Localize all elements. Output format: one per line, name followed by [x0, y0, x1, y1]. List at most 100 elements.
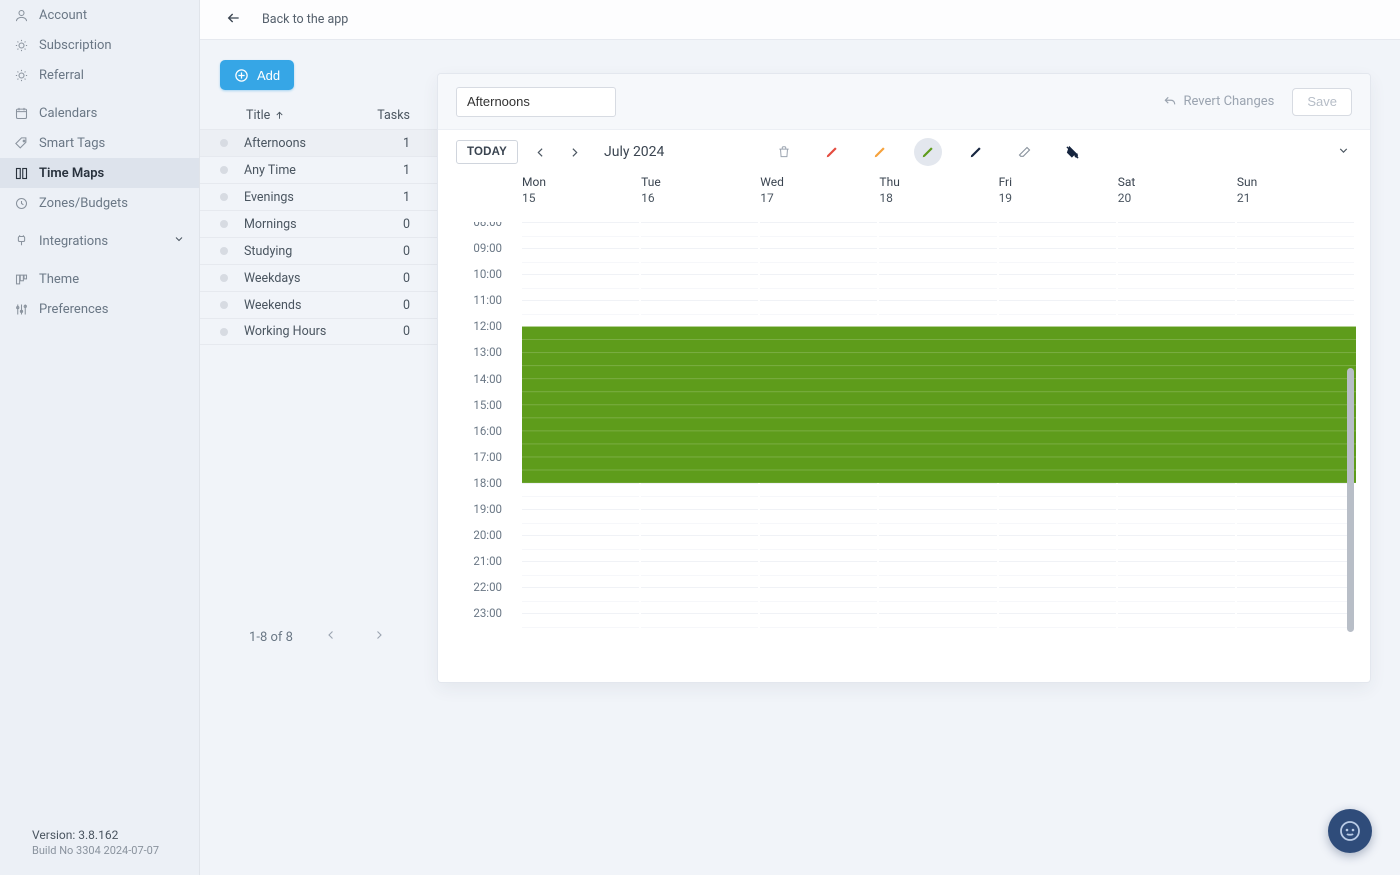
day-header-cell: Fri19 — [999, 174, 1118, 206]
time-label: 23:00 — [452, 607, 510, 633]
time-label: 09:00 — [452, 242, 510, 268]
delete-tool[interactable] — [770, 138, 798, 166]
day-header-cell: Mon15 — [522, 174, 641, 206]
sliders-icon — [14, 302, 29, 317]
row-title: Weekends — [244, 298, 390, 313]
list-item[interactable]: Any Time 1 — [200, 156, 438, 183]
day-header: Mon15Tue16Wed17Thu18Fri19Sat20Sun21 — [438, 174, 1370, 206]
time-label: 21:00 — [452, 555, 510, 581]
time-label: 08:00 — [452, 222, 510, 242]
palette-icon — [14, 272, 29, 287]
row-title: Any Time — [244, 163, 390, 178]
back-link[interactable]: Back to the app — [262, 12, 348, 27]
save-button[interactable]: Save — [1292, 88, 1352, 116]
day-header-cell: Sun21 — [1237, 174, 1356, 206]
row-tasks: 0 — [390, 298, 410, 313]
row-dot-icon — [220, 301, 228, 309]
undo-icon — [1163, 95, 1177, 109]
row-tasks: 1 — [390, 163, 410, 178]
pen-red[interactable] — [818, 138, 846, 166]
sidebar-item-zones-budgets[interactable]: Zones/Budgets — [0, 188, 199, 218]
person-icon — [14, 8, 29, 23]
pager-text: 1-8 of 8 — [249, 630, 293, 645]
today-button[interactable]: TODAY — [456, 140, 518, 164]
chat-fab[interactable] — [1328, 809, 1372, 853]
col-tasks[interactable]: Tasks — [370, 108, 410, 123]
eraser-tool[interactable] — [1010, 138, 1038, 166]
row-dot-icon — [220, 274, 228, 282]
grid-scrollbar[interactable] — [1347, 368, 1354, 632]
chat-robot-icon — [1338, 819, 1362, 843]
row-title: Mornings — [244, 217, 390, 232]
timemap-title-input[interactable] — [456, 87, 616, 117]
add-button[interactable]: Add — [220, 60, 294, 90]
prev-week-button[interactable] — [528, 140, 552, 164]
day-header-cell: Wed17 — [760, 174, 879, 206]
sidebar-item-theme[interactable]: Theme — [0, 264, 199, 294]
sidebar-item-label: Smart Tags — [39, 136, 105, 151]
day-header-cell: Sat20 — [1118, 174, 1237, 206]
sidebar-item-smart-tags[interactable]: Smart Tags — [0, 128, 199, 158]
list-item[interactable]: Weekdays 0 — [200, 264, 438, 291]
tag-icon — [14, 136, 29, 151]
day-column[interactable] — [522, 222, 641, 668]
pager-next[interactable] — [369, 625, 389, 649]
sidebar-item-time-maps[interactable]: Time Maps — [0, 158, 199, 188]
pen-green[interactable] — [914, 138, 942, 166]
list-item[interactable]: Mornings 0 — [200, 210, 438, 237]
revert-changes-button[interactable]: Revert Changes — [1163, 94, 1274, 109]
add-button-label: Add — [257, 68, 280, 83]
time-label: 22:00 — [452, 581, 510, 607]
day-column[interactable] — [1237, 222, 1356, 668]
version-info: Version: 3.8.162 Build No 3304 2024-07-0… — [32, 828, 159, 857]
list-item[interactable]: Studying 0 — [200, 237, 438, 264]
sidebar-item-subscription[interactable]: Subscription — [0, 30, 199, 60]
sidebar-item-account[interactable]: Account — [0, 0, 199, 30]
row-dot-icon — [220, 220, 228, 228]
map-icon — [14, 166, 29, 181]
bucket-off-tool[interactable] — [1058, 138, 1086, 166]
time-label: 19:00 — [452, 503, 510, 529]
list-item[interactable]: Weekends 0 — [200, 291, 438, 318]
sidebar-item-label: Theme — [39, 272, 79, 287]
sidebar-item-calendars[interactable]: Calendars — [0, 98, 199, 128]
month-label: July 2024 — [604, 144, 664, 160]
pager-prev[interactable] — [321, 625, 341, 649]
day-header-cell: Thu18 — [879, 174, 998, 206]
list-item[interactable]: Working Hours 0 — [200, 318, 438, 345]
row-title: Working Hours — [244, 324, 390, 339]
sidebar-item-label: Integrations — [39, 234, 108, 249]
time-label: 13:00 — [452, 346, 510, 372]
day-column[interactable] — [760, 222, 879, 668]
day-column[interactable] — [641, 222, 760, 668]
day-header-cell: Tue16 — [641, 174, 760, 206]
back-arrow-icon[interactable] — [226, 10, 242, 30]
row-tasks: 0 — [390, 271, 410, 286]
sidebar-item-label: Referral — [39, 68, 84, 83]
pen-darkblue[interactable] — [962, 138, 990, 166]
row-dot-icon — [220, 247, 228, 255]
sidebar-item-label: Account — [39, 8, 87, 23]
expand-toggle[interactable] — [1337, 144, 1350, 161]
pager: 1-8 of 8 — [200, 625, 438, 649]
pen-orange[interactable] — [866, 138, 894, 166]
calendar-grid[interactable]: 08:0009:0010:0011:0012:0013:0014:0015:00… — [452, 222, 1356, 668]
sidebar-item-referral[interactable]: Referral — [0, 60, 199, 90]
plus-circle-icon — [234, 68, 249, 83]
col-title[interactable]: Title — [246, 108, 370, 123]
sun-icon — [14, 68, 29, 83]
pencil-icon — [921, 145, 935, 159]
day-column[interactable] — [1118, 222, 1237, 668]
row-dot-icon — [220, 328, 228, 336]
row-dot-icon — [220, 193, 228, 201]
sidebar-item-integrations[interactable]: Integrations — [0, 226, 199, 256]
timemap-list-panel: Add Title Tasks Afternoons 1 Any Time 1 … — [200, 40, 438, 875]
list-item[interactable]: Evenings 1 — [200, 183, 438, 210]
list-item[interactable]: Afternoons 1 — [200, 129, 438, 156]
time-label: 16:00 — [452, 425, 510, 451]
day-column[interactable] — [999, 222, 1118, 668]
plug-icon — [14, 234, 29, 249]
sidebar-item-preferences[interactable]: Preferences — [0, 294, 199, 324]
day-column[interactable] — [879, 222, 998, 668]
next-week-button[interactable] — [562, 140, 586, 164]
